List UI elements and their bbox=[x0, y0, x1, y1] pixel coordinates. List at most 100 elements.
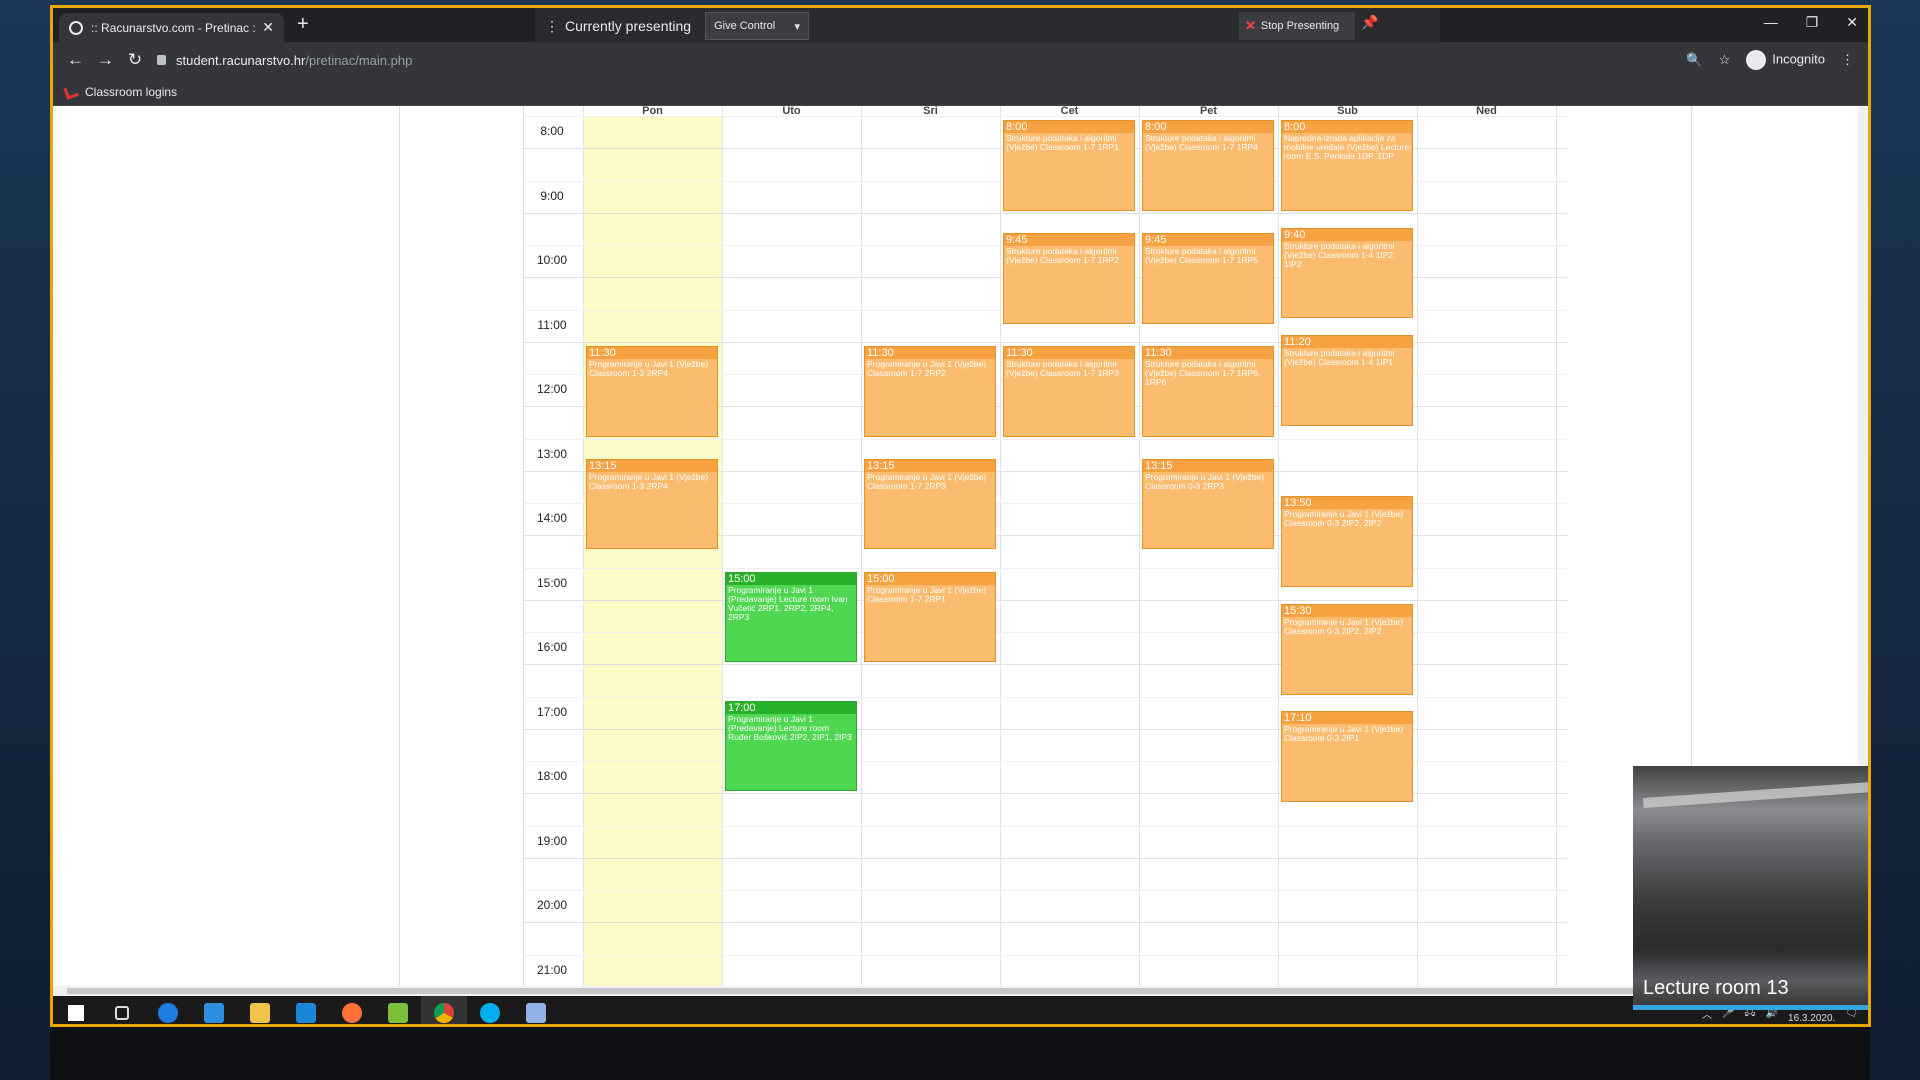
drag-handle-icon[interactable]: ⋮ bbox=[545, 18, 559, 35]
reload-icon[interactable]: ↻ bbox=[127, 50, 143, 70]
taskbar-notepad[interactable] bbox=[375, 996, 421, 1024]
event-text: Strukture podataka i algoritmi (Vježbe) … bbox=[1145, 358, 1261, 387]
event-time: 9:40 bbox=[1282, 228, 1412, 241]
calendar-event[interactable]: 17:00 Programiranje u Javi 1 (Predavanje)… bbox=[725, 700, 857, 792]
event-time: 11:30 bbox=[865, 346, 995, 359]
star-icon[interactable]: ☆ bbox=[1719, 52, 1731, 68]
pin-icon[interactable]: 📌 bbox=[1361, 14, 1378, 31]
calendar-event[interactable]: 13:15 Programiranje u Javi 1 (Vježbe) Cla… bbox=[586, 458, 718, 550]
calendar-event[interactable]: 13:15 Programiranje u Javi 1 (Vježbe) Cla… bbox=[1142, 458, 1274, 550]
taskbar-mail[interactable] bbox=[283, 996, 329, 1024]
event-text: Strukture podataka i algoritmi (Vježbe) … bbox=[1284, 347, 1395, 367]
back-icon[interactable]: ← bbox=[67, 50, 84, 70]
notepad-icon bbox=[388, 1003, 408, 1023]
event-time: 15:00 bbox=[865, 572, 995, 585]
event-time: 11:30 bbox=[587, 346, 717, 359]
horizontal-scrollbar[interactable] bbox=[53, 986, 1868, 996]
video-feed-overlay: Lecture room 13 bbox=[1633, 766, 1868, 1010]
calendar-event[interactable]: 11:30 Strukture podataka i algoritmi (Vje… bbox=[1142, 345, 1274, 437]
calendar-event[interactable]: 11:30 Programiranje u Javi 1 (Vježbe) Cla… bbox=[586, 345, 718, 437]
firefox-icon bbox=[342, 1003, 362, 1023]
bookmark-icon bbox=[63, 83, 79, 100]
mail-icon bbox=[296, 1003, 316, 1023]
taskbar-edge[interactable] bbox=[145, 996, 191, 1024]
browser-tab[interactable]: :: Racunarstvo.com - Pretinac :: ✕ bbox=[59, 13, 284, 42]
page-content: Pon Uto Sri Čet Pet Sub Ned 8:00 9:00 10:00 11:00 1… bbox=[53, 105, 1868, 988]
event-text: Programiranje u Javi 1 (Vježbe) Classroo… bbox=[1284, 509, 1404, 529]
grid-column-line bbox=[523, 106, 524, 986]
task-view-icon bbox=[115, 1006, 129, 1020]
taskbar-explorer[interactable] bbox=[237, 996, 283, 1024]
calendar-event[interactable]: 11:20 Strukture podataka i algoritmi (Vje… bbox=[1281, 334, 1413, 426]
calendar-event[interactable]: 13:50 Programiranje u Javi 1 (Vježbe) Cla… bbox=[1281, 496, 1413, 587]
day-header: Uto bbox=[782, 105, 801, 117]
event-text: Programiranje u Javi 1 (Predavanje) Lect… bbox=[728, 713, 852, 742]
day-header: Pon bbox=[642, 105, 663, 117]
calendar-event[interactable]: 15:00 Programiranje u Javi 1 (Vježbe) Cla… bbox=[864, 571, 996, 663]
chrome-icon bbox=[434, 1003, 454, 1023]
minimize-icon[interactable]: — bbox=[1764, 14, 1778, 31]
incognito-badge[interactable]: Incognito bbox=[1746, 50, 1825, 70]
grid-row-line bbox=[523, 599, 1567, 601]
calendar-event[interactable]: 11:30 Programiranje u Javi 1 (Vježbe) Cla… bbox=[864, 345, 996, 437]
taskbar-store[interactable] bbox=[191, 996, 237, 1024]
content-border-left bbox=[399, 106, 400, 986]
new-tab-button[interactable]: + bbox=[297, 14, 309, 34]
close-window-icon[interactable]: ✕ bbox=[1846, 14, 1858, 31]
give-control-dropdown[interactable]: Give Control ▾ bbox=[705, 12, 810, 40]
event-text: Programiranje u Javi 1 (Vježbe) Classroo… bbox=[867, 358, 987, 378]
bookmark-classroom-logins[interactable]: Classroom logins bbox=[85, 85, 177, 99]
calendar-event[interactable]: 17:10 Programiranje u Javi 1 (Vježbe) Cla… bbox=[1281, 711, 1413, 803]
cube-icon bbox=[526, 1003, 546, 1023]
windows-icon bbox=[68, 1005, 84, 1021]
taskbar-skype[interactable] bbox=[467, 996, 513, 1024]
grid-row-line bbox=[523, 890, 1567, 891]
event-text: Programiranje u Javi 1 (Vježbe) Classroo… bbox=[589, 471, 709, 491]
event-text: Strukture podataka i algoritmi (Vježbe) … bbox=[1006, 245, 1119, 265]
presenting-label: Currently presenting bbox=[565, 18, 692, 34]
time-label: 8:00 bbox=[540, 124, 564, 138]
clock-date: 16.3.2020. bbox=[1788, 1013, 1836, 1024]
start-button[interactable] bbox=[53, 996, 99, 1024]
url-field[interactable]: student.racunarstvo.hr/pretinac/main.php bbox=[157, 53, 412, 68]
calendar-event[interactable]: 11:30 Strukture podataka i algoritmi (Vje… bbox=[1003, 345, 1135, 437]
time-label: 12:00 bbox=[536, 382, 568, 396]
close-tab-icon[interactable]: ✕ bbox=[262, 19, 274, 36]
event-text: Programiranje u Javi 1 (Vježbe) Classroo… bbox=[867, 471, 987, 491]
event-text: Programiranje u Javi 1 (Vježbe) Classroo… bbox=[589, 358, 709, 378]
taskbar-app[interactable] bbox=[513, 996, 559, 1024]
forward-icon[interactable]: → bbox=[97, 50, 114, 70]
grid-column-line bbox=[1000, 106, 1001, 986]
taskbar-firefox[interactable] bbox=[329, 996, 375, 1024]
grid-row-line bbox=[523, 825, 1567, 827]
time-label: 17:00 bbox=[536, 704, 568, 719]
menu-icon[interactable]: ⋮ bbox=[1841, 52, 1854, 68]
calendar-event[interactable]: 8:00 Strukture podataka i algoritmi (Vjež… bbox=[1003, 120, 1135, 211]
taskbar-chrome[interactable] bbox=[421, 996, 467, 1024]
calendar-event[interactable]: 9:45 Strukture podataka i algoritmi (Vjež… bbox=[1142, 232, 1274, 324]
calendar-event[interactable]: 8:00 Strukture podataka i algoritmi (Vjež… bbox=[1142, 120, 1274, 211]
video-progress-bar bbox=[1633, 1005, 1868, 1010]
presenting-toolbar: ⋮ Currently presenting Give Control ▾ ✕ … bbox=[535, 8, 1440, 44]
event-text: Strukture podataka i algoritmi (Vježbe) … bbox=[1145, 245, 1258, 265]
incognito-label: Incognito bbox=[1772, 51, 1825, 67]
grid-column-line bbox=[861, 106, 862, 986]
stop-presenting-button[interactable]: ✕ Stop Presenting bbox=[1239, 12, 1355, 40]
give-control-label: Give Control bbox=[714, 20, 776, 32]
calendar-event[interactable]: 15:00 Programiranje u Javi 1 (Predavanje)… bbox=[725, 571, 857, 663]
restore-icon[interactable]: ❐ bbox=[1806, 14, 1819, 31]
calendar-event[interactable]: 13:15 Programiranje u Javi 1 (Vježbe) Cla… bbox=[864, 458, 996, 550]
skype-icon bbox=[480, 1003, 500, 1023]
calendar-event[interactable]: 9:40 Strukture podataka i algoritmi (Vjež… bbox=[1281, 227, 1413, 319]
calendar-event[interactable]: 8:00 Napredna izrada aplikacija za mobiln… bbox=[1281, 120, 1413, 211]
calendar-event[interactable]: 15:30 Programiranje u Javi 1 (Vježbe) Cla… bbox=[1281, 603, 1413, 695]
event-time: 9:45 bbox=[1004, 233, 1134, 246]
time-label: 11:00 bbox=[537, 317, 567, 332]
horizontal-scroll-thumb[interactable] bbox=[67, 988, 1787, 994]
event-time: 8:00 bbox=[1143, 121, 1273, 133]
task-view-button[interactable] bbox=[99, 996, 145, 1024]
zoom-icon[interactable]: 🔍 bbox=[1686, 52, 1702, 68]
event-time: 13:15 bbox=[587, 459, 717, 472]
calendar-event[interactable]: 9:45 Strukture podataka i algoritmi (Vjež… bbox=[1003, 232, 1135, 324]
event-time: 15:30 bbox=[1282, 604, 1412, 617]
